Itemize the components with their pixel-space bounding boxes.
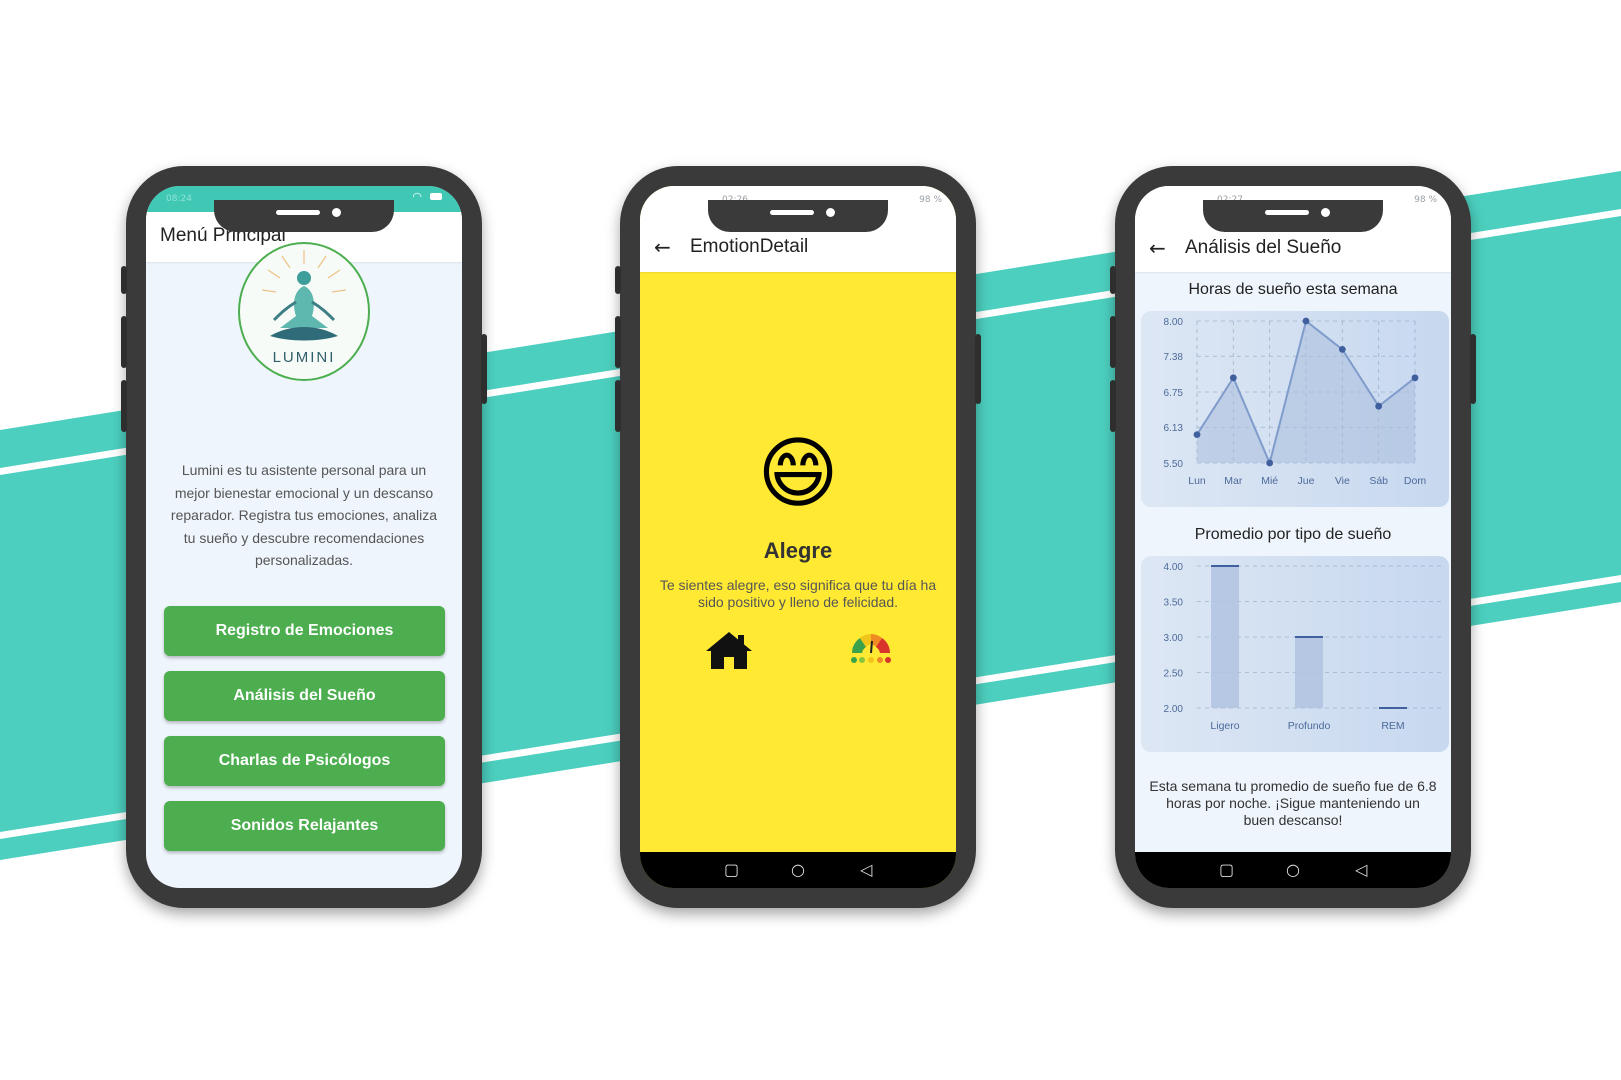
- y-tick-label: 4.00: [1164, 562, 1184, 573]
- data-point: [1193, 431, 1201, 438]
- sleep-type-bar-chart: 2.00 2.50 3.00 3.50 4.00 Ligero Profundo REM: [1164, 562, 1445, 732]
- charlas-psicologos-button[interactable]: Charlas de Psicólogos: [164, 736, 445, 786]
- data-point: [1411, 374, 1419, 382]
- page-title: Análisis del Sueño: [1185, 237, 1342, 258]
- analisis-sueno-button[interactable]: Análisis del Sueño: [164, 671, 445, 721]
- phone-sleep-analysis: 02:27 98 % ← Análisis del Sueño Horas de…: [1110, 166, 1476, 908]
- x-tick-label: Vie: [1335, 475, 1350, 487]
- notch: [1203, 200, 1383, 232]
- sonidos-relajantes-button[interactable]: Sonidos Relajantes: [164, 801, 445, 851]
- phone-menu: 08:24 ◠ Menú Principal LUMINI Lumini es …: [121, 166, 487, 908]
- status-time: 08:24: [166, 194, 192, 204]
- notch: [214, 200, 394, 232]
- x-tick-label: Jue: [1298, 475, 1315, 487]
- x-tick-label: Sáb: [1369, 475, 1388, 487]
- meditation-icon: LUMINI: [261, 250, 347, 366]
- square-icon[interactable]: ▢: [724, 860, 739, 879]
- y-tick-label: 5.50: [1164, 459, 1184, 470]
- y-tick-label: 3.50: [1164, 598, 1184, 609]
- data-point: [1229, 374, 1237, 382]
- bar: [1211, 566, 1239, 708]
- sleep-hours-line-chart: 5.50 6.13 6.75 7.38 8.00 Lun Mar Mié Jue Vie Sáb Do…: [1164, 317, 1427, 487]
- home-icon[interactable]: [704, 629, 754, 671]
- line-chart-card: 5.50 6.13 6.75 7.38 8.00 Lun Mar Mié Jue Vie Sáb Do…: [1141, 311, 1449, 507]
- data-point: [1266, 459, 1274, 467]
- phone-emotion-detail: 02:26 98 % ← EmotionDetail 😄 Alegre Te s…: [615, 166, 981, 908]
- circle-icon[interactable]: ○: [1286, 860, 1300, 879]
- system-nav-bar: ▢ ○ ◁: [640, 852, 956, 888]
- y-tick-label: 7.38: [1164, 352, 1184, 363]
- y-tick-label: 6.75: [1164, 388, 1184, 399]
- bar: [1295, 637, 1323, 708]
- x-tick-label: Mié: [1261, 475, 1278, 487]
- y-tick-label: 2.00: [1164, 704, 1184, 715]
- happy-face-emoji: 😄: [757, 429, 839, 519]
- y-tick-label: 2.50: [1164, 669, 1184, 680]
- data-point: [1302, 317, 1310, 325]
- bar-chart-card: 2.00 2.50 3.00 3.50 4.00 Ligero Profundo REM: [1141, 556, 1449, 752]
- x-tick-label: Lun: [1188, 475, 1206, 487]
- triangle-back-icon[interactable]: ◁: [1355, 860, 1367, 879]
- emotion-description: Te sientes alegre, eso significa que tu …: [659, 577, 937, 610]
- bar-chart-title: Promedio por tipo de sueño: [1194, 526, 1392, 543]
- line-chart-title: Horas de sueño esta semana: [1188, 281, 1398, 298]
- circle-icon[interactable]: ○: [791, 860, 805, 879]
- arrow-left-icon[interactable]: ←: [654, 235, 671, 259]
- notch: [708, 200, 888, 232]
- mood-meter-icon[interactable]: [848, 629, 894, 665]
- square-icon[interactable]: ▢: [1219, 860, 1234, 879]
- screen-menu: 08:24 ◠ Menú Principal LUMINI Lumini es …: [146, 186, 462, 888]
- data-point: [1338, 346, 1346, 353]
- x-tick-label: Dom: [1404, 475, 1426, 487]
- screen-emotion-detail: 02:26 98 % ← EmotionDetail 😄 Alegre Te s…: [640, 186, 956, 888]
- system-nav-bar: ▢ ○ ◁: [1135, 852, 1451, 888]
- emotion-name: Alegre: [763, 538, 833, 563]
- battery-status: 98 %: [919, 195, 942, 205]
- y-tick-label: 8.00: [1164, 317, 1184, 328]
- arrow-left-icon[interactable]: ←: [1149, 236, 1166, 260]
- triangle-back-icon[interactable]: ◁: [860, 860, 872, 879]
- screen-sleep-analysis: 02:27 98 % ← Análisis del Sueño Horas de…: [1135, 186, 1451, 888]
- x-tick-label: Ligero: [1210, 720, 1239, 732]
- x-tick-label: Mar: [1224, 475, 1243, 487]
- lumini-logo: LUMINI: [238, 242, 370, 381]
- x-tick-label: REM: [1381, 720, 1404, 732]
- registro-emociones-button[interactable]: Registro de Emociones: [164, 606, 445, 656]
- x-tick-label: Profundo: [1288, 720, 1331, 732]
- app-description: Lumini es tu asistente personal para un …: [170, 462, 438, 568]
- battery-icon: [430, 193, 442, 200]
- page-title: EmotionDetail: [690, 236, 809, 257]
- wifi-icon: ◠: [412, 190, 422, 203]
- data-point: [1375, 402, 1383, 410]
- sleep-summary: Esta semana tu promedio de sueño fue de …: [1149, 778, 1437, 828]
- battery-status: 98 %: [1414, 195, 1437, 205]
- y-tick-label: 3.00: [1164, 633, 1184, 644]
- y-tick-label: 6.13: [1164, 423, 1184, 434]
- logo-text: LUMINI: [273, 349, 336, 366]
